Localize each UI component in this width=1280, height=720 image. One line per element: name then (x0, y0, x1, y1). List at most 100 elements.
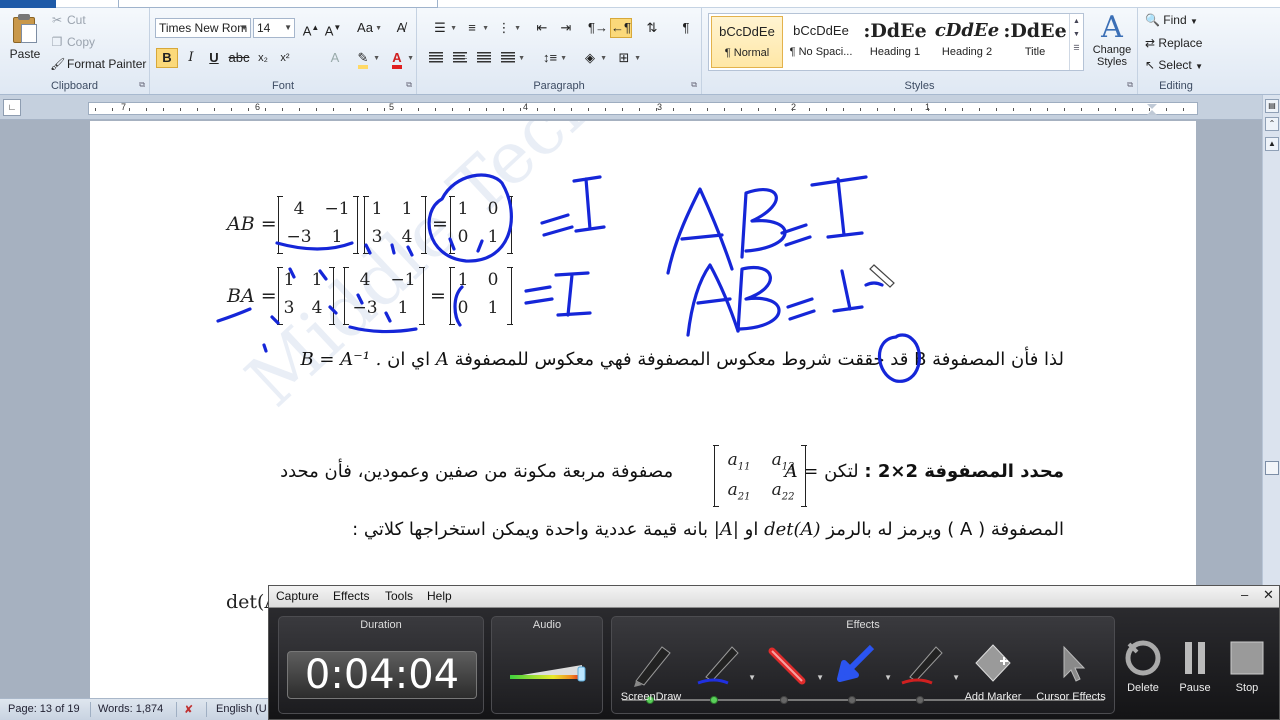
chevron-down-icon[interactable]: ▼ (952, 673, 960, 682)
more-styles-icon[interactable]: ☰ (1070, 44, 1083, 52)
change-case-button[interactable]: Aa ▼ (354, 18, 382, 38)
align-center-button[interactable] (449, 48, 471, 68)
menu-tools[interactable]: Tools (385, 589, 413, 603)
chevron-down-icon[interactable]: ▼ (748, 673, 756, 682)
grow-font-button[interactable]: A▲ (300, 18, 322, 38)
pause-button[interactable]: Pause (1167, 638, 1223, 694)
sort-icon[interactable]: ⇅ (641, 18, 663, 38)
close-icon[interactable]: ✕ (1263, 587, 1274, 603)
font-launcher-icon[interactable]: ⧉ (406, 80, 412, 90)
highlighter-tool[interactable]: ▼ (756, 639, 824, 711)
rtl-button[interactable]: ←¶ (610, 18, 632, 38)
cut-button[interactable]: ✂ Cut (50, 13, 86, 27)
title-bar-box (118, 0, 438, 8)
style-normal[interactable]: bCcDdEe ¶ Normal (711, 16, 783, 68)
decrease-indent-button[interactable]: ⇤ (531, 18, 553, 38)
increase-indent-button[interactable]: ⇥ (555, 18, 577, 38)
borders-button[interactable]: ⊞ ▼ (613, 48, 641, 68)
font-size-select[interactable]: 14 ▼ (253, 18, 295, 38)
underline-button[interactable]: U (203, 48, 225, 68)
ltr-button[interactable]: ¶→ (587, 18, 609, 38)
add-marker-button[interactable]: Add Marker (962, 639, 1024, 711)
multilevel-list-button[interactable]: ⋮ ▼ (493, 18, 522, 38)
scroll-up-arrow[interactable]: ▲ (1265, 137, 1279, 151)
style-no-spacing[interactable]: bCcDdEe ¶ No Spaci... (785, 16, 857, 68)
minimize-icon[interactable]: – (1241, 587, 1248, 602)
select-button[interactable]: ↖ Select ▼ (1145, 58, 1203, 72)
shading-button[interactable]: ◈ ▼ (579, 48, 607, 68)
menu-effects[interactable]: Effects (333, 589, 369, 603)
change-styles-button[interactable]: A Change Styles (1090, 12, 1134, 69)
chevron-down-icon[interactable]: ▼ (1070, 31, 1083, 38)
proofing-icon[interactable]: ✘ (184, 703, 193, 716)
paragraph-launcher-icon[interactable]: ⧉ (691, 80, 697, 90)
copy-button[interactable]: ❐ Copy (50, 35, 95, 49)
shrink-font-button[interactable]: A▼ (322, 18, 344, 38)
style-heading-1[interactable]: :DdEe Heading 1 (859, 16, 931, 68)
screendraw-button[interactable]: ScreenDraw (620, 639, 682, 711)
ruler-tick (622, 108, 623, 111)
subscript-button[interactable]: x₂ (252, 48, 274, 68)
chevron-down-icon[interactable]: ▼ (884, 673, 892, 682)
matrix-cell: a11 (727, 450, 751, 473)
strikethrough-button[interactable]: abc (228, 48, 250, 68)
align-right-button[interactable] (473, 48, 495, 68)
menu-help[interactable]: Help (427, 589, 452, 603)
font-family-select[interactable]: Times New Rom ▼ (155, 18, 251, 38)
cursor-effects-button[interactable]: Cursor Effects (1036, 639, 1106, 711)
page-count[interactable]: Page: 13 of 19 (8, 703, 80, 715)
brush-icon: 🖌 (50, 57, 66, 71)
chevron-down-icon[interactable]: ▼ (816, 673, 824, 682)
superscript-button[interactable]: x² (274, 48, 296, 68)
justify-button[interactable]: ▼ (497, 48, 525, 68)
ribbon-top-strip (0, 0, 1280, 8)
font-color-button[interactable]: A ▼ (386, 48, 414, 69)
pen-cursor-icon (869, 264, 895, 288)
tab-selector[interactable]: ∟ (3, 99, 21, 116)
numbering-button[interactable]: ≡ ▼ (461, 18, 489, 38)
file-tab-edge[interactable] (0, 0, 56, 8)
audio-level-meter[interactable] (510, 661, 586, 683)
menu-capture[interactable]: Capture (276, 589, 319, 603)
delete-icon (1125, 640, 1161, 676)
view-ruler-icon[interactable]: ▤ (1265, 99, 1279, 113)
blue-pen-tool[interactable]: ▼ (688, 639, 756, 711)
ruler-tick (1013, 108, 1014, 111)
paste-button[interactable]: Paste (6, 12, 44, 74)
language-indicator[interactable]: English (U (216, 703, 267, 715)
arrow-tool[interactable]: ▼ (824, 639, 892, 711)
style-name: ¶ No Spaci... (789, 46, 853, 58)
replace-button[interactable]: ⇄ Replace (1145, 36, 1202, 50)
delete-label: Delete (1127, 682, 1159, 694)
ruler-tick (95, 108, 96, 111)
clear-formatting-icon[interactable]: A̸ (390, 18, 412, 38)
scroll-up-icon[interactable]: ⌃ (1265, 117, 1279, 131)
styles-scroll[interactable]: ▲ ▼ ☰ (1069, 14, 1083, 70)
ruler-tick (792, 108, 793, 111)
find-button[interactable]: 🔍 Find ▼ (1145, 13, 1198, 27)
italic-button[interactable]: I (180, 48, 202, 68)
bullets-button[interactable]: ☰ ▼ (429, 18, 457, 38)
style-title[interactable]: :DdEe Title (999, 16, 1071, 68)
delete-button[interactable]: Delete (1115, 638, 1171, 694)
bold-button[interactable]: B (156, 48, 178, 68)
highlight-button[interactable]: ✎ ▼ (352, 48, 380, 69)
line-spacing-button[interactable]: ↕≡ ▼ (539, 48, 567, 68)
show-marks-icon[interactable]: ¶ (675, 18, 697, 38)
binoculars-icon: 🔍 (1145, 13, 1160, 27)
stop-button[interactable]: Stop (1219, 638, 1275, 694)
ruler-number: 3 (657, 102, 663, 112)
styles-launcher-icon[interactable]: ⧉ (1127, 80, 1133, 90)
clipboard-launcher-icon[interactable]: ⧉ (139, 80, 145, 90)
align-left-button[interactable] (425, 48, 447, 68)
matrix-cell: a12 (771, 450, 795, 473)
chevron-up-icon[interactable]: ▲ (1070, 18, 1083, 25)
red-pen-tool[interactable]: ▼ (892, 639, 960, 711)
style-heading-2[interactable]: cDdEe Heading 2 (931, 16, 1003, 68)
scroll-thumb[interactable] (1265, 461, 1279, 475)
chevron-down-icon: ▼ (1189, 17, 1198, 26)
word-count[interactable]: Words: 1,874 (98, 703, 163, 715)
text-effects-icon[interactable]: A (324, 48, 346, 68)
format-painter-button[interactable]: 🖌 Format Painter (50, 57, 146, 71)
horizontal-ruler[interactable]: 7654321 (88, 102, 1198, 115)
